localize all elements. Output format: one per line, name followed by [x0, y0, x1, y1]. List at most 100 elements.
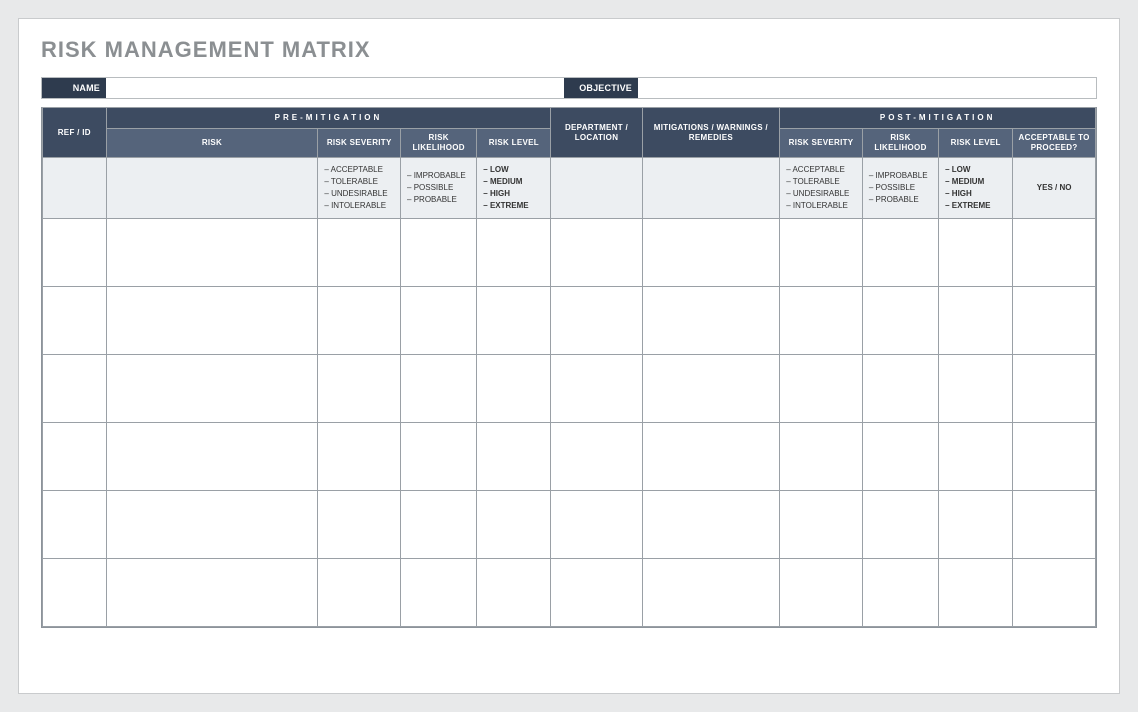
cell-risk[interactable] — [106, 491, 318, 559]
th-pre-level: RISK LEVEL — [477, 129, 551, 158]
cell-ref[interactable] — [43, 355, 107, 423]
cell-pre-sev[interactable] — [318, 355, 401, 423]
guide-mit — [642, 158, 780, 219]
cell-ref[interactable] — [43, 423, 107, 491]
cell-post-lik[interactable] — [862, 287, 938, 355]
cell-post-sev[interactable] — [780, 423, 863, 491]
cell-pre-lvl[interactable] — [477, 423, 551, 491]
cell-mit[interactable] — [642, 491, 780, 559]
cell-pre-sev[interactable] — [318, 219, 401, 287]
th-post-level: RISK LEVEL — [939, 129, 1013, 158]
guide-pre-severity: – ACCEPTABLE – TOLERABLE – UNDESIRABLE –… — [318, 158, 401, 219]
cell-pre-lik[interactable] — [401, 287, 477, 355]
cell-dept[interactable] — [551, 559, 642, 627]
th-pre-group: PRE-MITIGATION — [106, 108, 551, 129]
cell-post-lik[interactable] — [862, 423, 938, 491]
cell-ref[interactable] — [43, 219, 107, 287]
table-row — [43, 491, 1096, 559]
cell-mit[interactable] — [642, 355, 780, 423]
cell-pre-lvl[interactable] — [477, 559, 551, 627]
cell-mit[interactable] — [642, 559, 780, 627]
th-post-severity: RISK SEVERITY — [780, 129, 863, 158]
page-title: RISK MANAGEMENT MATRIX — [41, 37, 1101, 63]
cell-pre-lik[interactable] — [401, 559, 477, 627]
cell-dept[interactable] — [551, 287, 642, 355]
cell-pre-sev[interactable] — [318, 559, 401, 627]
cell-pre-lik[interactable] — [401, 423, 477, 491]
th-ref: REF / ID — [43, 108, 107, 158]
cell-post-lik[interactable] — [862, 559, 938, 627]
guide-row: – ACCEPTABLE – TOLERABLE – UNDESIRABLE –… — [43, 158, 1096, 219]
cell-pre-lik[interactable] — [401, 219, 477, 287]
guide-acceptable: YES / NO — [1013, 158, 1096, 219]
table-row — [43, 287, 1096, 355]
cell-post-lik[interactable] — [862, 491, 938, 559]
cell-post-sev[interactable] — [780, 287, 863, 355]
cell-post-lvl[interactable] — [939, 355, 1013, 423]
guide-pre-level: – LOW – MEDIUM – HIGH – EXTREME — [477, 158, 551, 219]
cell-post-lik[interactable] — [862, 355, 938, 423]
cell-mit[interactable] — [642, 423, 780, 491]
cell-risk[interactable] — [106, 287, 318, 355]
table-row — [43, 559, 1096, 627]
guide-risk — [106, 158, 318, 219]
name-label: NAME — [42, 78, 106, 98]
guide-post-level: – LOW – MEDIUM – HIGH – EXTREME — [939, 158, 1013, 219]
table-row — [43, 355, 1096, 423]
guide-dept — [551, 158, 642, 219]
cell-pre-lvl[interactable] — [477, 491, 551, 559]
objective-field[interactable] — [638, 78, 1096, 98]
cell-dept[interactable] — [551, 219, 642, 287]
cell-post-sev[interactable] — [780, 491, 863, 559]
cell-ref[interactable] — [43, 559, 107, 627]
cell-pre-lvl[interactable] — [477, 219, 551, 287]
cell-pre-lvl[interactable] — [477, 355, 551, 423]
meta-row: NAME OBJECTIVE — [41, 77, 1097, 99]
table-row — [43, 423, 1096, 491]
cell-acc[interactable] — [1013, 219, 1096, 287]
cell-pre-sev[interactable] — [318, 423, 401, 491]
cell-post-lvl[interactable] — [939, 287, 1013, 355]
th-post-likelihood: RISK LIKELIHOOD — [862, 129, 938, 158]
name-field[interactable] — [106, 78, 564, 98]
cell-ref[interactable] — [43, 491, 107, 559]
guide-pre-likelihood: – IMPROBABLE – POSSIBLE – PROBABLE — [401, 158, 477, 219]
risk-matrix-table: REF / ID PRE-MITIGATION DEPARTMENT / LOC… — [42, 107, 1096, 627]
cell-ref[interactable] — [43, 287, 107, 355]
cell-mit[interactable] — [642, 287, 780, 355]
cell-post-sev[interactable] — [780, 355, 863, 423]
cell-mit[interactable] — [642, 219, 780, 287]
cell-acc[interactable] — [1013, 491, 1096, 559]
th-pre-severity: RISK SEVERITY — [318, 129, 401, 158]
cell-risk[interactable] — [106, 355, 318, 423]
th-risk: RISK — [106, 129, 318, 158]
cell-pre-lik[interactable] — [401, 355, 477, 423]
cell-risk[interactable] — [106, 219, 318, 287]
cell-post-sev[interactable] — [780, 559, 863, 627]
cell-pre-sev[interactable] — [318, 287, 401, 355]
cell-dept[interactable] — [551, 355, 642, 423]
cell-acc[interactable] — [1013, 559, 1096, 627]
guide-ref — [43, 158, 107, 219]
th-mitigations: MITIGATIONS / WARNINGS / REMEDIES — [642, 108, 780, 158]
cell-post-lvl[interactable] — [939, 559, 1013, 627]
cell-dept[interactable] — [551, 423, 642, 491]
cell-acc[interactable] — [1013, 423, 1096, 491]
objective-label: OBJECTIVE — [564, 78, 638, 98]
cell-risk[interactable] — [106, 423, 318, 491]
th-acceptable: ACCEPTABLE TO PROCEED? — [1013, 129, 1096, 158]
cell-risk[interactable] — [106, 559, 318, 627]
cell-acc[interactable] — [1013, 287, 1096, 355]
cell-post-lvl[interactable] — [939, 491, 1013, 559]
cell-post-lvl[interactable] — [939, 219, 1013, 287]
cell-acc[interactable] — [1013, 355, 1096, 423]
cell-pre-sev[interactable] — [318, 491, 401, 559]
th-post-group: POST-MITIGATION — [780, 108, 1096, 129]
th-pre-likelihood: RISK LIKELIHOOD — [401, 129, 477, 158]
cell-dept[interactable] — [551, 491, 642, 559]
cell-pre-lik[interactable] — [401, 491, 477, 559]
cell-post-lik[interactable] — [862, 219, 938, 287]
cell-post-sev[interactable] — [780, 219, 863, 287]
cell-pre-lvl[interactable] — [477, 287, 551, 355]
cell-post-lvl[interactable] — [939, 423, 1013, 491]
